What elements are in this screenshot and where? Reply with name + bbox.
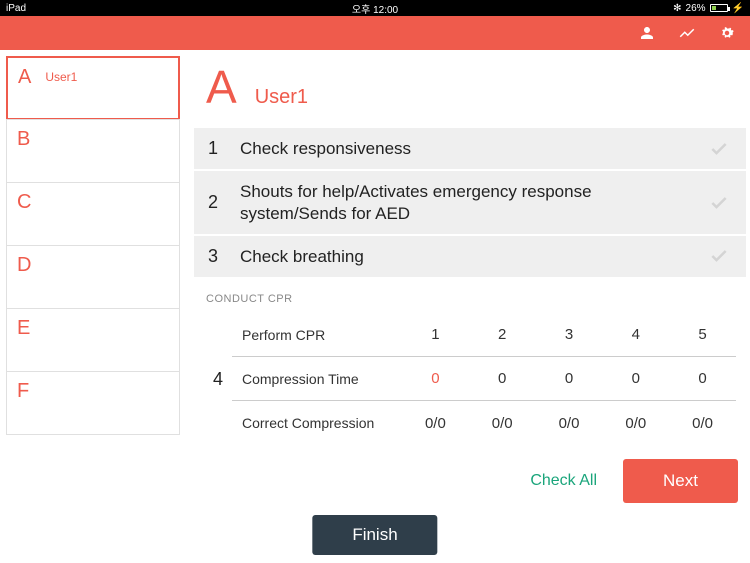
sidebar-letter: F [17,380,29,403]
cpr-cell[interactable]: 0 [602,370,669,387]
cpr-grid: Perform CPR12345Compression Time00000Cor… [232,313,736,445]
sidebar-item-d[interactable]: D [6,245,180,309]
step-text: Check responsiveness [240,138,688,159]
steps-list: 1 Check responsiveness 2 Shouts for help/Ac… [194,128,746,277]
check-icon[interactable] [706,139,732,159]
check-icon[interactable] [706,193,732,213]
cpr-row-label: Compression Time [232,371,402,387]
sidebar-item-b[interactable]: B [6,119,180,183]
cpr-cell[interactable]: 0/0 [402,415,469,432]
cpr-row-label: Correct Compression [232,415,402,431]
sidebar-item-a[interactable]: A User1 [6,56,180,120]
cpr-cell[interactable]: 0 [469,370,536,387]
battery-icon [710,4,728,12]
bottom-actions: Check All Next [504,453,738,509]
cpr-header-row: Perform CPR12345 [232,313,736,357]
clock: 오후 12:00 [352,1,398,16]
cpr-row-label: Perform CPR [232,327,402,343]
app-header [0,16,750,50]
sidebar-item-e[interactable]: E [6,308,180,372]
status-right: ✻ 26% ⚡ [673,3,744,14]
section-label: CONDUCT CPR [194,277,746,313]
user-letter: A [206,60,237,114]
cpr-cell: 1 [402,326,469,343]
bluetooth-icon: ✻ [673,3,681,14]
step-text: Check breathing [240,246,688,267]
sidebar-letter: D [17,254,31,277]
cpr-cell[interactable]: 0 [402,370,469,387]
cpr-cell: 3 [536,326,603,343]
step-number: 1 [208,138,222,159]
cpr-cell[interactable]: 0/0 [602,415,669,432]
sidebar-letter: A [18,66,31,89]
sidebar-letter: B [17,128,30,151]
battery-percent: 26% [686,3,706,14]
step-text: Shouts for help/Activates emergency resp… [240,181,688,224]
cpr-data-row: Correct Compression0/00/00/00/00/0 [232,401,736,445]
cpr-cell[interactable]: 0 [669,370,736,387]
step-row[interactable]: 3 Check breathing [194,236,746,277]
status-bar: iPad 오후 12:00 ✻ 26% ⚡ [0,0,750,16]
gear-icon[interactable] [718,24,736,42]
sidebar-item-c[interactable]: C [6,182,180,246]
step-number: 3 [208,246,222,267]
step-row[interactable]: 1 Check responsiveness [194,128,746,169]
cpr-cell: 5 [669,326,736,343]
content-header: A User1 [194,54,746,128]
cpr-cell: 4 [602,326,669,343]
cpr-step-number: 4 [204,313,232,445]
step-number: 2 [208,192,222,213]
sidebar-name: User1 [45,70,77,84]
check-all-button[interactable]: Check All [530,472,597,490]
cpr-cell[interactable]: 0/0 [536,415,603,432]
check-icon[interactable] [706,246,732,266]
user-icon[interactable] [638,24,656,42]
sidebar: A User1 B C D E F [0,50,186,563]
step-row[interactable]: 2 Shouts for help/Activates emergency res… [194,171,746,234]
finish-button[interactable]: Finish [312,515,437,555]
charging-icon: ⚡ [732,3,744,14]
sidebar-letter: E [17,317,30,340]
sidebar-letter: C [17,191,31,214]
user-name: User1 [255,86,308,109]
cpr-cell[interactable]: 0/0 [669,415,736,432]
device-label: iPad [6,3,26,14]
cpr-cell: 2 [469,326,536,343]
next-button[interactable]: Next [623,459,738,503]
cpr-data-row: Compression Time00000 [232,357,736,401]
cpr-cell[interactable]: 0/0 [469,415,536,432]
cpr-cell[interactable]: 0 [536,370,603,387]
chart-icon[interactable] [678,24,696,42]
cpr-table: 4 Perform CPR12345Compression Time00000C… [194,313,746,445]
sidebar-item-f[interactable]: F [6,371,180,435]
